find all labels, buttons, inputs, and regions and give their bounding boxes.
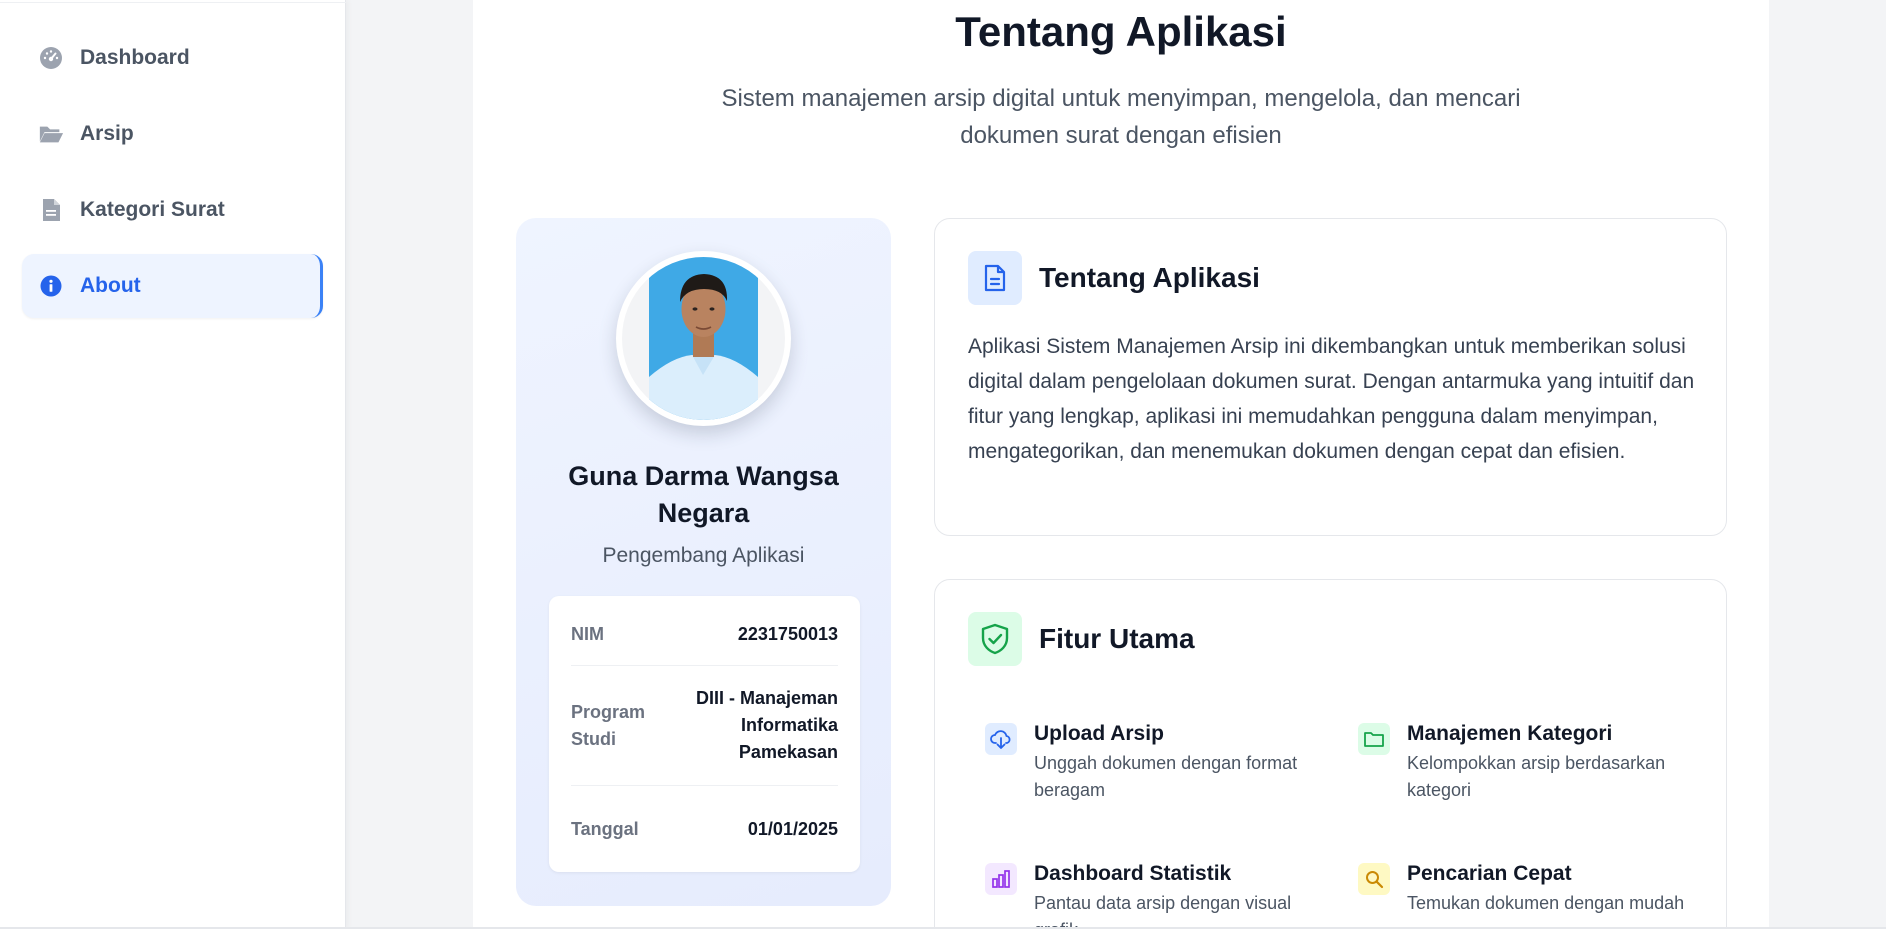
- document-icon: [38, 197, 64, 223]
- feature-title: Dashboard Statistik: [1034, 862, 1232, 885]
- developer-name: Guna Darma Wangsa Negara: [568, 461, 839, 528]
- shield-check-icon: [968, 612, 1022, 666]
- info-value: 01/01/2025: [747, 818, 838, 839]
- card-header: Tentang Aplikasi: [968, 251, 1260, 305]
- feature-description: Kelompokkan arsip berdasarkan kategori: [1407, 753, 1666, 800]
- developer-info-box: NIM 2231750013 Program Studi DIII - Mana…: [549, 596, 860, 872]
- info-key: Program Studi: [571, 701, 646, 749]
- feature-description: Unggah dokumen dengan format beragam: [1034, 753, 1298, 800]
- feature-title: Upload Arsip: [1034, 722, 1164, 745]
- avatar-frame: [616, 251, 791, 426]
- document-icon: [968, 251, 1022, 305]
- folder-icon: [1358, 723, 1390, 755]
- feature-manajemen-kategori: Manajemen Kategori Kelompokkan arsip ber…: [1358, 719, 1688, 804]
- search-icon: [1358, 863, 1390, 895]
- sidebar-top-divider: [0, 2, 346, 3]
- card-header: Fitur Utama: [968, 612, 1195, 666]
- card-title: Fitur Utama: [1039, 623, 1195, 654]
- page-title: Tentang Aplikasi: [955, 8, 1287, 55]
- main-content: Tentang Aplikasi Sistem manajemen arsip …: [473, 0, 1769, 929]
- info-key: Tanggal: [571, 818, 639, 839]
- dashboard-gauge-icon: [38, 45, 64, 71]
- sidebar-item-label: Kategori Surat: [80, 198, 225, 221]
- sidebar-item-dashboard[interactable]: Dashboard: [22, 26, 323, 90]
- info-row-nim: NIM 2231750013: [571, 596, 838, 666]
- cloud-download-icon: [985, 723, 1017, 755]
- sidebar-item-kategori-surat[interactable]: Kategori Surat: [22, 178, 323, 242]
- avatar: [622, 257, 785, 420]
- feature-pencarian-cepat: Pencarian Cepat Temukan dokumen dengan m…: [1358, 859, 1688, 917]
- card-title: Tentang Aplikasi: [1039, 262, 1260, 293]
- sidebar-item-label: Dashboard: [80, 46, 190, 69]
- info-value: DIII - Manajeman Informatika Pamekasan: [695, 688, 838, 762]
- feature-title: Manajemen Kategori: [1407, 722, 1613, 745]
- info-key: NIM: [571, 624, 604, 644]
- sidebar-item-label: About: [80, 274, 141, 297]
- info-row-program-studi: Program Studi DIII - Manajeman Informati…: [571, 666, 838, 786]
- developer-profile-card: Guna Darma Wangsa Negara Pengembang Apli…: [516, 218, 891, 906]
- folder-open-icon: [38, 121, 64, 147]
- info-value: 2231750013: [737, 624, 838, 644]
- sidebar-item-label: Arsip: [80, 122, 134, 145]
- main-features-card: Fitur Utama Upload Arsip Unggah dokumen …: [934, 579, 1727, 929]
- sidebar-item-about[interactable]: About: [22, 254, 323, 318]
- info-circle-icon: [38, 273, 64, 299]
- sidebar-item-arsip[interactable]: Arsip: [22, 102, 323, 166]
- page-subtitle: Sistem manajemen arsip digital untuk men…: [721, 85, 1521, 149]
- feature-dashboard-statistik: Dashboard Statistik Pantau data arsip de…: [985, 859, 1315, 929]
- feature-upload-arsip: Upload Arsip Unggah dokumen dengan forma…: [985, 719, 1315, 804]
- sidebar: Dashboard Arsip Kategori Surat About: [0, 0, 346, 929]
- bar-chart-icon: [985, 863, 1017, 895]
- about-description: Aplikasi Sistem Manajemen Arsip ini dike…: [968, 335, 1695, 463]
- feature-description: Pantau data arsip dengan visual grafik: [1034, 893, 1292, 929]
- sidebar-nav: Dashboard Arsip Kategori Surat About: [22, 26, 323, 330]
- about-app-card: Tentang Aplikasi Aplikasi Sistem Manajem…: [934, 218, 1727, 536]
- developer-role: Pengembang Aplikasi: [602, 544, 805, 567]
- info-row-tanggal: Tanggal 01/01/2025: [571, 786, 838, 872]
- feature-description: Temukan dokumen dengan mudah: [1407, 893, 1685, 913]
- feature-title: Pencarian Cepat: [1407, 862, 1572, 885]
